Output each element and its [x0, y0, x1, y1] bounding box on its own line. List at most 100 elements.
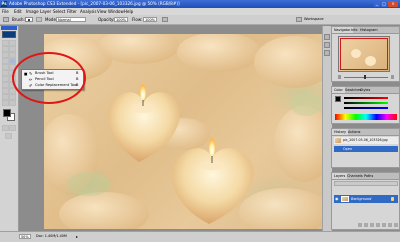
zoom-slider-thumb[interactable]: [364, 75, 366, 79]
new-layer-icon[interactable]: [388, 223, 392, 227]
ps-logo-icon[interactable]: [2, 31, 16, 38]
maximize-button[interactable]: □: [381, 1, 387, 7]
candle-flame: [140, 84, 146, 100]
menu-select[interactable]: Select: [53, 9, 65, 14]
brush-label: Brush:: [12, 17, 25, 22]
document-size: Doc: 1.40M/1.40M: [36, 234, 67, 238]
opacity-input[interactable]: 100%: [114, 17, 128, 22]
minimize-button[interactable]: _: [374, 1, 380, 7]
color-tabs: Color Swatches Styles: [332, 87, 399, 94]
workspace-icon[interactable]: [296, 17, 302, 22]
layer-style-icon[interactable]: [364, 223, 368, 227]
annotation-circle: [12, 52, 86, 104]
title-bar: Ps Adobe Photoshop CS3 Extended - [pic_2…: [0, 0, 400, 8]
document-canvas[interactable]: [44, 34, 323, 229]
zoom-in-icon[interactable]: [391, 75, 394, 79]
zoom-level[interactable]: 50%: [19, 234, 31, 239]
tab-paths[interactable]: Paths: [362, 173, 375, 179]
zoom-tool-icon[interactable]: [9, 100, 16, 106]
layers-panel: Layers Channels Paths ◉ Background: [331, 172, 400, 230]
link-layers-icon[interactable]: [358, 223, 362, 227]
airbrush-icon[interactable]: [162, 17, 168, 22]
layer-name[interactable]: Background: [351, 196, 371, 202]
layers-footer: [334, 223, 398, 228]
quick-mask-icon[interactable]: [2, 125, 9, 131]
brushes-panel-icon[interactable]: [324, 34, 330, 40]
flow-input[interactable]: 100%: [143, 17, 157, 22]
history-tabs: History Actions: [332, 129, 399, 136]
blend-mode-select[interactable]: [334, 181, 398, 186]
layer-thumbnail: [341, 196, 349, 202]
quick-mask-off-icon[interactable]: [9, 125, 16, 131]
status-bar: 50% Doc: 1.40M/1.40M ▸: [0, 231, 400, 242]
navigator-panel: Navigator Info Histogram: [331, 26, 400, 82]
snapshot-thumbnail: [335, 138, 341, 143]
petal: [177, 34, 261, 72]
petal: [59, 192, 149, 229]
history-state-open[interactable]: Open: [334, 146, 398, 152]
zoom-slider-track[interactable]: [344, 76, 388, 78]
layer-mask-icon[interactable]: [370, 223, 374, 227]
green-slider[interactable]: [344, 102, 388, 104]
history-panel: History Actions pic_2007-03-06_103326.jp…: [331, 128, 400, 168]
blue-slider[interactable]: [344, 107, 388, 109]
menu-edit[interactable]: Edit: [14, 9, 22, 14]
adjustment-layer-icon[interactable]: [376, 223, 380, 227]
menu-layer[interactable]: Layer: [40, 9, 51, 14]
menu-view[interactable]: View: [97, 9, 107, 14]
petal: [254, 36, 323, 88]
visibility-eye-icon[interactable]: ◉: [335, 196, 339, 202]
petal: [290, 92, 322, 116]
color-spectrum-ramp[interactable]: [335, 114, 397, 120]
screen-mode-icon[interactable]: [5, 133, 12, 139]
app-icon[interactable]: Ps: [1, 1, 7, 7]
brush-panel-toggle-icon[interactable]: [36, 17, 42, 22]
toolbox: [0, 26, 19, 231]
petal: [239, 188, 323, 229]
history-snapshot[interactable]: pic_2007-03-06_103326.jpg: [334, 137, 398, 144]
menu-image[interactable]: Image: [26, 9, 39, 14]
layers-tabs: Layers Channels Paths: [332, 173, 399, 180]
navigator-thumbnail[interactable]: [338, 36, 390, 72]
hand-tool-icon[interactable]: [2, 100, 9, 106]
navigator-view-box[interactable]: [340, 38, 388, 70]
layer-lock-icon: [391, 197, 394, 201]
status-arrow-icon[interactable]: ▸: [76, 234, 80, 239]
toolbox-header[interactable]: [1, 26, 17, 30]
menu-file[interactable]: File: [2, 9, 9, 14]
new-group-icon[interactable]: [382, 223, 386, 227]
photo-candles: [44, 34, 323, 229]
layer-row-background[interactable]: ◉ Background: [334, 195, 398, 203]
trash-icon[interactable]: [394, 223, 398, 227]
history-state-label: Open: [343, 147, 353, 151]
layer-comps-panel-icon[interactable]: [324, 50, 330, 56]
menu-help[interactable]: Help: [124, 9, 133, 14]
menu-window[interactable]: Window: [108, 9, 124, 14]
close-button[interactable]: ×: [388, 1, 398, 7]
color-fg-swatch[interactable]: [335, 96, 341, 102]
mode-select[interactable]: Normal: [56, 17, 86, 22]
workspace-menu[interactable]: Workspace: [304, 17, 324, 22]
navigator-zoom-slider[interactable]: [338, 75, 394, 79]
tab-styles[interactable]: Styles: [358, 87, 372, 93]
options-bar: Brush: Mode: Normal Opacity: 100% Flow: …: [0, 15, 400, 25]
window-title: Adobe Photoshop CS3 Extended - [pic_2007…: [9, 1, 180, 6]
tool-presets-panel-icon[interactable]: [324, 42, 330, 48]
menu-filter[interactable]: Filter: [67, 9, 77, 14]
menu-analysis[interactable]: Analysis: [80, 9, 96, 14]
brush-tool-icon[interactable]: [3, 17, 9, 22]
heart-candle-left: [107, 92, 180, 162]
tab-histogram[interactable]: Histogram: [358, 27, 380, 33]
flow-label: Flow:: [132, 17, 143, 22]
brush-preset-picker[interactable]: [25, 17, 33, 22]
tab-actions[interactable]: Actions: [346, 129, 362, 135]
brush-tip-icon: [28, 19, 30, 21]
foreground-color-overlay: [3, 109, 11, 117]
red-slider[interactable]: [344, 97, 388, 99]
petal: [274, 106, 323, 182]
zoom-out-icon[interactable]: [338, 75, 341, 79]
navigator-tabs: Navigator Info Histogram: [332, 27, 399, 34]
candle-flame: [208, 138, 216, 156]
petal: [67, 172, 111, 196]
color-panel: Color Swatches Styles: [331, 86, 400, 124]
